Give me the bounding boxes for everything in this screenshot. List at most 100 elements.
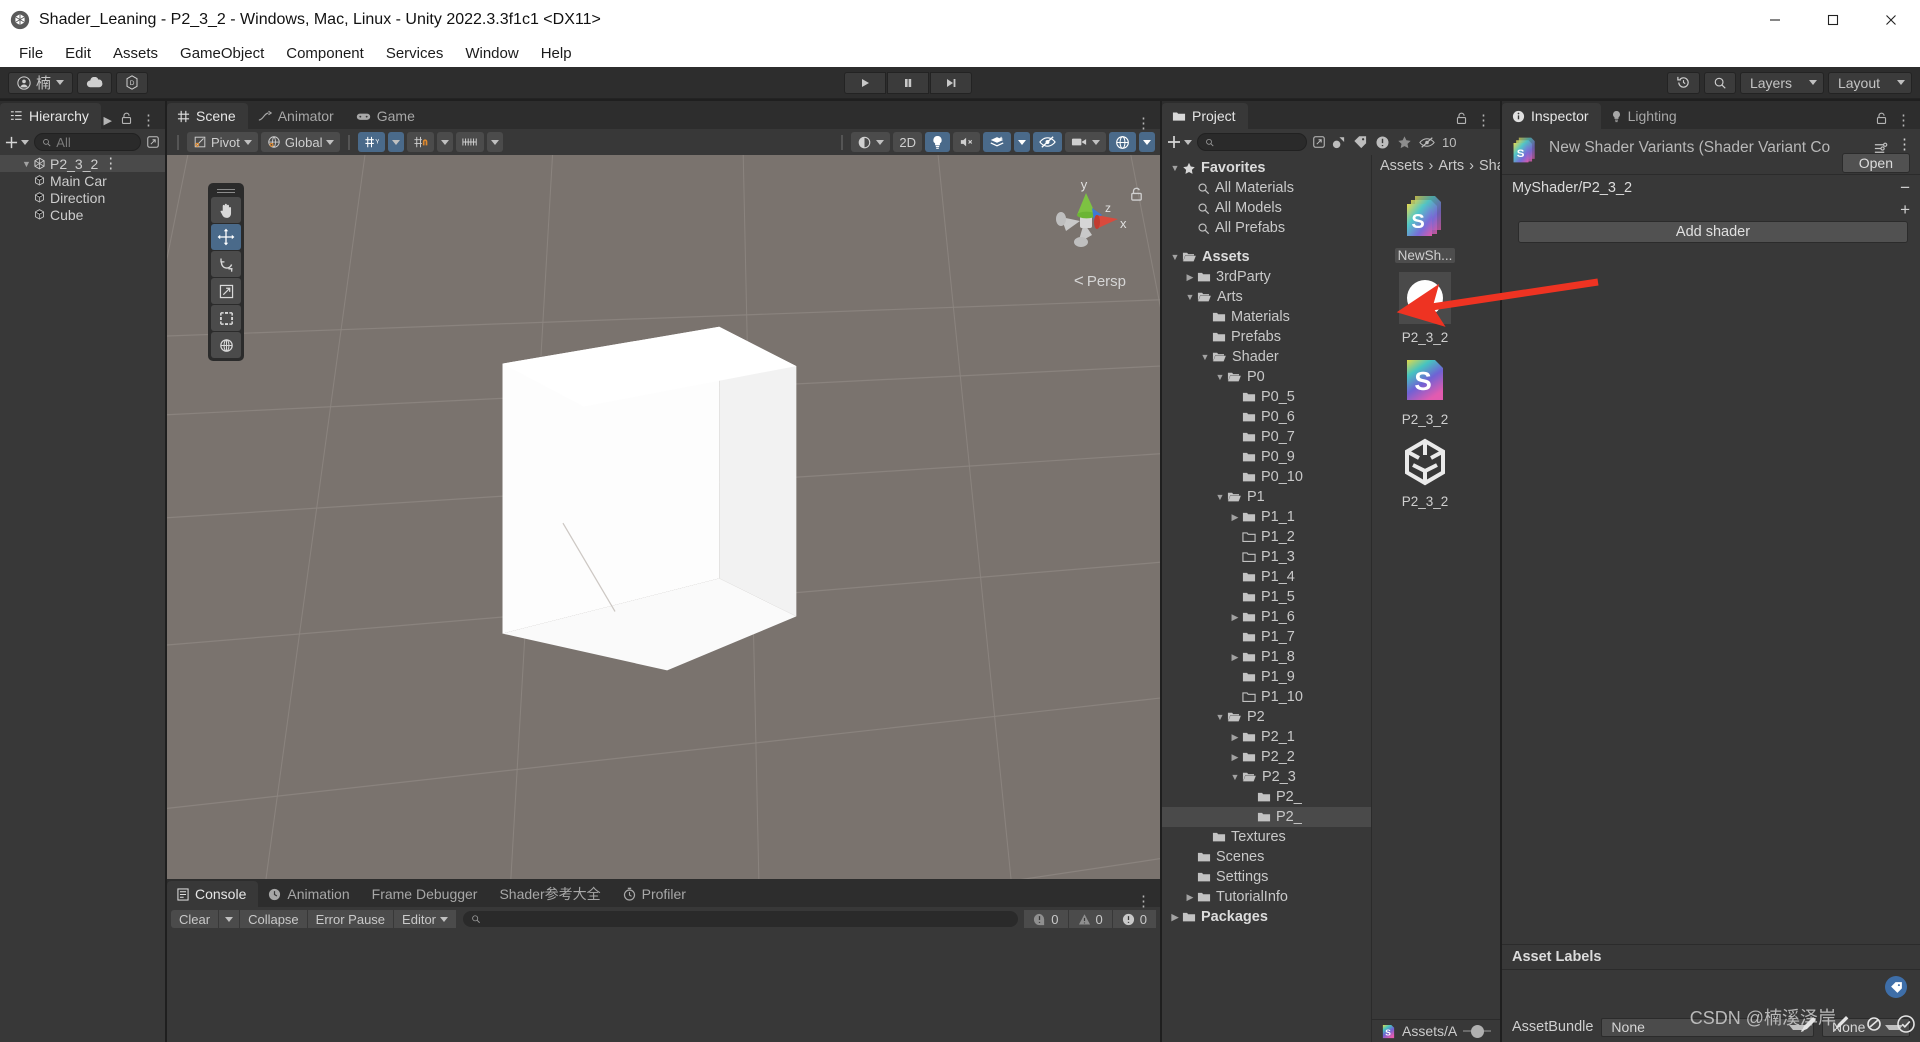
clear-button[interactable]: Clear — [171, 910, 220, 928]
project-tree-item[interactable]: All Materials — [1162, 178, 1371, 198]
scene-gizmos-dropdown[interactable] — [1139, 132, 1155, 152]
tab-frame-debugger[interactable]: Frame Debugger — [362, 881, 490, 907]
chevron-down-icon[interactable]: ▼ — [1213, 712, 1227, 722]
project-tree-item[interactable]: ▶ 3rdParty — [1162, 267, 1371, 287]
hierarchy-item-cube[interactable]: Cube — [0, 206, 165, 223]
tab-lighting[interactable]: Lighting — [1601, 103, 1689, 129]
breadcrumb-assets[interactable]: Assets — [1380, 158, 1424, 174]
scene-fx-toggle[interactable] — [983, 132, 1011, 152]
hierarchy-menu-icon[interactable]: ⋮ — [141, 113, 156, 128]
project-menu-icon[interactable]: ⋮ — [1476, 113, 1491, 128]
cloud-button[interactable] — [77, 71, 113, 94]
pivot-toggle[interactable]: Pivot — [187, 132, 258, 152]
layers-dropdown[interactable]: Layers — [1739, 71, 1824, 94]
scene-lighting-toggle[interactable] — [925, 132, 950, 152]
unity-services-button[interactable]: D — [116, 71, 149, 94]
menu-window[interactable]: Window — [454, 42, 529, 65]
lock-icon[interactable] — [1876, 112, 1887, 129]
grid-snap-dropdown[interactable] — [388, 132, 405, 152]
project-tree-item[interactable]: P1_7 — [1162, 627, 1371, 647]
project-tree-item[interactable]: P1_9 — [1162, 667, 1371, 687]
add-shader-button[interactable]: Add shader — [1518, 221, 1908, 243]
breadcrumb[interactable]: Assets › Arts › Shader — [1372, 155, 1500, 177]
console-menu-icon[interactable]: ⋮ — [1136, 894, 1151, 909]
filter-type-icon[interactable] — [1331, 135, 1346, 150]
chevron-right-icon[interactable]: ▶ — [1168, 912, 1182, 923]
maximize-button[interactable] — [1804, 0, 1862, 39]
shader-entry-row[interactable]: MyShader/P2_3_2 − — [1502, 175, 1920, 201]
chevron-right-icon[interactable]: ▶ — [1183, 272, 1197, 283]
asset-item[interactable]: S P2_3_2 — [1386, 351, 1464, 427]
menu-help[interactable]: Help — [530, 42, 583, 65]
chevron-right-icon[interactable]: ▶ — [1183, 892, 1197, 903]
menu-edit[interactable]: Edit — [54, 42, 102, 65]
project-tree-item[interactable]: P1_10 — [1162, 687, 1371, 707]
hand-tool-button[interactable] — [211, 197, 241, 223]
project-tree-item[interactable]: Settings — [1162, 867, 1371, 887]
tab-scene[interactable]: Scene — [167, 103, 248, 129]
project-tree-item[interactable]: Scenes — [1162, 847, 1371, 867]
project-tree-item[interactable]: ▼ P1 — [1162, 487, 1371, 507]
project-tree-item[interactable]: Prefabs — [1162, 327, 1371, 347]
project-tree-item[interactable]: P1_5 — [1162, 587, 1371, 607]
project-tree-item[interactable]: ▶ Packages — [1162, 907, 1371, 927]
hierarchy-item-directional-light[interactable]: Direction — [0, 189, 165, 206]
scale-tool-button[interactable] — [211, 278, 241, 304]
thumbnail-size-slider[interactable] — [1463, 1024, 1491, 1038]
grid-size-dropdown[interactable] — [487, 132, 504, 152]
global-toggle[interactable]: Global — [260, 132, 341, 152]
scene-menu-icon[interactable]: ⋮ — [1136, 116, 1151, 131]
scene-fx-dropdown[interactable] — [1014, 132, 1030, 152]
editor-dropdown[interactable]: Editor — [394, 910, 458, 928]
clear-dropdown[interactable] — [219, 910, 241, 928]
filter-label-icon[interactable] — [1353, 135, 1368, 149]
tab-animation[interactable]: Animation — [258, 881, 361, 907]
magnet-snap-dropdown[interactable] — [437, 132, 454, 152]
project-search[interactable] — [1197, 133, 1307, 151]
asset-item[interactable]: S NewSh... — [1386, 187, 1464, 263]
chevron-down-icon[interactable]: ▼ — [1213, 372, 1227, 382]
ime-mode-icon[interactable] — [1832, 1015, 1852, 1033]
filter-log-icon[interactable] — [1375, 135, 1390, 150]
tab-profiler[interactable]: Profiler — [613, 881, 698, 907]
scene-menu-icon[interactable]: ⋮ — [103, 156, 118, 171]
scene-shading-button[interactable] — [851, 132, 891, 152]
undo-history-button[interactable] — [1666, 71, 1700, 94]
project-tree-item[interactable]: P0_9 — [1162, 447, 1371, 467]
chevron-down-icon[interactable]: ▼ — [1168, 252, 1182, 262]
chevron-down-icon[interactable]: ▼ — [1198, 352, 1212, 362]
ime-pen-icon[interactable] — [1800, 1015, 1820, 1033]
open-button[interactable]: Open — [1841, 153, 1910, 173]
project-tree-item[interactable]: P2_ — [1162, 787, 1371, 807]
error-count[interactable]: 0 — [1112, 910, 1156, 928]
lock-icon[interactable] — [121, 112, 132, 129]
chevron-down-icon[interactable]: ▼ — [1213, 492, 1227, 502]
ime-tools-icon[interactable] — [1864, 1015, 1884, 1033]
rotate-tool-button[interactable] — [211, 251, 241, 277]
search-button[interactable] — [1703, 71, 1736, 94]
project-tree-item[interactable]: ▼ P2_3 — [1162, 767, 1371, 787]
project-folder-tree[interactable]: ▼ Favorites All Materials All Models All Pre… — [1162, 155, 1372, 1042]
breadcrumb-arts[interactable]: Arts — [1438, 158, 1464, 174]
slider-knob[interactable] — [1471, 1024, 1485, 1038]
project-tree-item[interactable]: ▼ Assets — [1162, 247, 1371, 267]
collapse-toggle[interactable]: Collapse — [240, 910, 308, 928]
account-button[interactable]: 楠 — [8, 71, 74, 94]
project-tree-item[interactable]: ▶ P2_1 — [1162, 727, 1371, 747]
chevron-down-icon[interactable]: ▼ — [1228, 772, 1242, 782]
scene-audio-toggle[interactable] — [953, 132, 980, 152]
palette-grip[interactable] — [211, 186, 241, 196]
rect-tool-button[interactable] — [211, 305, 241, 331]
project-tree-item[interactable]: ▶ TutorialInfo — [1162, 887, 1371, 907]
hierarchy-tree[interactable]: ▼ P2_3_2 ⋮ Main Car Direction Cube — [0, 155, 165, 1042]
tab-console[interactable]: Console — [167, 881, 259, 907]
chevron-down-icon[interactable]: ▼ — [1183, 292, 1197, 302]
tab-animator[interactable]: Animator — [248, 103, 346, 129]
open-in-new-icon[interactable] — [1312, 135, 1326, 149]
hierarchy-item-main-camera[interactable]: Main Car — [0, 172, 165, 189]
expand-arrow-icon[interactable]: ▶ — [104, 114, 112, 127]
layout-dropdown[interactable]: Layout — [1827, 71, 1912, 94]
project-tree-item[interactable]: ▶ P1_6 — [1162, 607, 1371, 627]
inspector-menu-icon[interactable]: ⋮ — [1896, 113, 1911, 128]
magnet-snap-button[interactable] — [407, 132, 435, 152]
